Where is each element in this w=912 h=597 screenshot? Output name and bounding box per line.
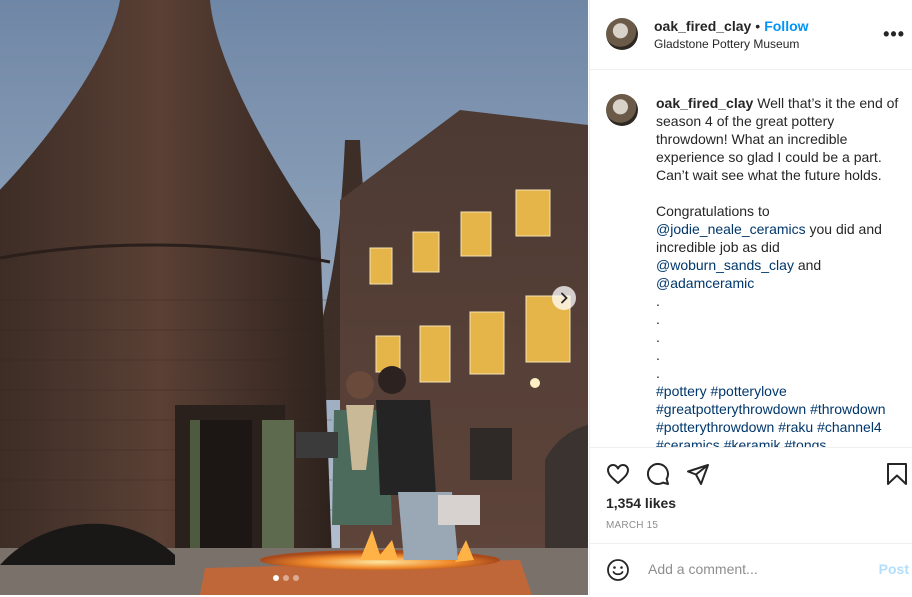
mention-link[interactable]: @adamceramic <box>656 275 754 291</box>
paper-plane-icon[interactable] <box>686 462 710 486</box>
post-photo[interactable] <box>0 0 588 595</box>
caption-dot: . <box>656 293 660 309</box>
separator: • <box>755 18 761 34</box>
header-name-row: oak_fired_clay • Follow <box>654 18 809 34</box>
comment-input[interactable] <box>646 560 870 578</box>
caption-congrats: Congratulations to <box>656 203 770 219</box>
likes-count[interactable]: 1,354 likes <box>606 495 676 511</box>
caption-dot: . <box>656 365 660 381</box>
caption-username[interactable]: oak_fired_clay <box>656 95 753 111</box>
mention-link[interactable]: @jodie_neale_ceramics <box>656 221 806 237</box>
post-location[interactable]: Gladstone Pottery Museum <box>654 37 799 51</box>
post-date[interactable]: MARCH 15 <box>606 520 658 531</box>
hashtag-link[interactable]: #throwdown <box>810 401 886 417</box>
smiley-icon[interactable] <box>606 558 630 582</box>
chevron-right-icon <box>561 292 568 304</box>
author-username[interactable]: oak_fired_clay <box>654 18 751 34</box>
carousel-dot <box>273 575 279 581</box>
next-photo-button[interactable] <box>552 286 576 310</box>
more-options-icon[interactable]: ••• <box>883 24 905 45</box>
mention-link[interactable]: @woburn_sands_clay <box>656 257 794 273</box>
add-comment-bar: Post <box>590 543 912 597</box>
post-actions: 1,354 likes MARCH 15 Post <box>590 447 912 596</box>
caption-dot: . <box>656 329 660 345</box>
caption-dot: . <box>656 311 660 327</box>
hashtag-link[interactable]: #channel4 <box>817 419 882 435</box>
hashtag-link[interactable]: #keramik <box>724 437 781 447</box>
post-side-panel: oak_fired_clay • Follow Gladstone Pottery … <box>589 0 912 595</box>
hashtag-link[interactable]: #tongs <box>784 437 826 447</box>
bookmark-icon[interactable] <box>886 462 908 486</box>
carousel-dot <box>283 575 289 581</box>
heart-icon[interactable] <box>606 462 630 486</box>
post-comment-button[interactable]: Post <box>879 561 909 577</box>
pottery-kiln-photo <box>0 0 588 595</box>
carousel-dot <box>293 575 299 581</box>
hashtag-link[interactable]: #pottery <box>656 383 707 399</box>
hashtag-link[interactable]: #potterythrowdown <box>656 419 774 435</box>
post-caption: oak_fired_clay Well that’s it the end of… <box>656 94 901 447</box>
caption-text: and <box>793 257 822 273</box>
caption-dot: . <box>656 347 660 363</box>
hashtag-link[interactable]: #potterylove <box>710 383 786 399</box>
carousel-indicator <box>273 575 299 581</box>
comments-area[interactable]: oak_fired_clay Well that’s it the end of… <box>590 70 912 447</box>
post-header: oak_fired_clay • Follow Gladstone Pottery … <box>590 0 912 70</box>
author-avatar[interactable] <box>606 18 638 50</box>
hashtag-link[interactable]: #greatpotterythrowdown <box>656 401 806 417</box>
hashtag-link[interactable]: #ceramics <box>656 437 720 447</box>
follow-button[interactable]: Follow <box>764 18 808 34</box>
hashtag-link[interactable]: #raku <box>778 419 813 435</box>
caption-avatar[interactable] <box>606 94 638 126</box>
comment-bubble-icon[interactable] <box>646 462 670 486</box>
